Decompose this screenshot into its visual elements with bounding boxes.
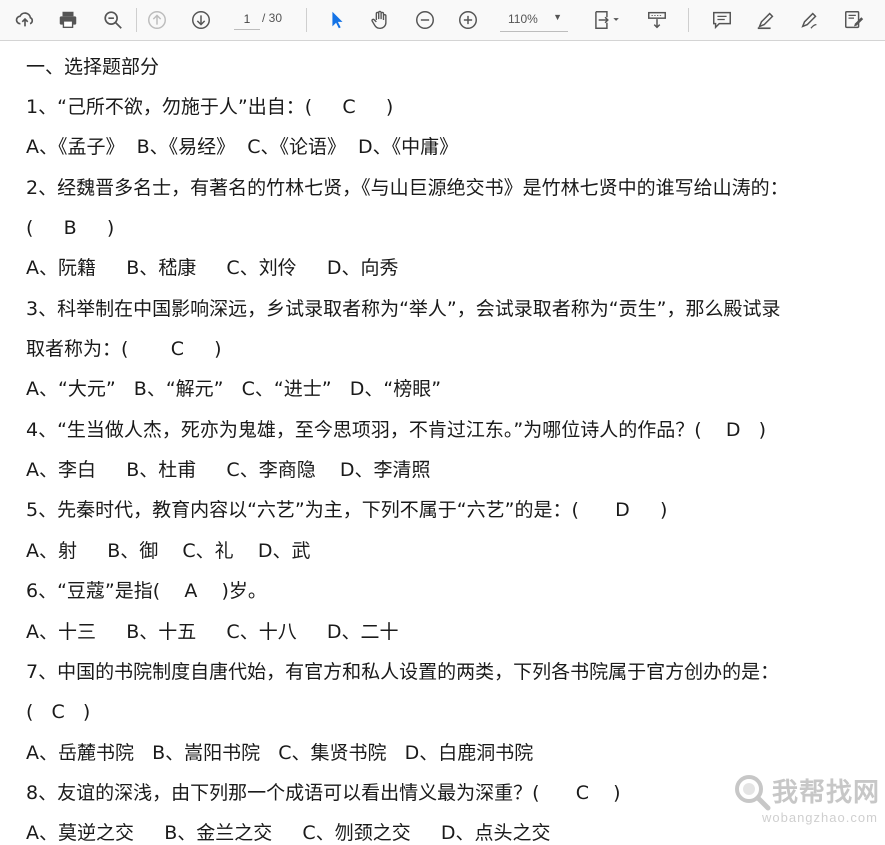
page-total: / 30 <box>262 11 283 25</box>
question-1-options: A、《孟子》 B、《易经》 C、《论语》 D、《中庸》 <box>26 136 459 158</box>
question-3-continued: 取者称为：( C ) <box>26 338 222 360</box>
watermark-text: 我帮找网 <box>772 778 881 808</box>
toolbar-divider <box>306 8 307 32</box>
question-3-options: A、“大元” B、“解元” C、“进士” D、“榜眼” <box>26 378 442 400</box>
question-2: 2、经魏晋多名士，有著名的竹林七贤，《与山巨源绝交书》是竹林七贤中的谁写给山涛的… <box>26 177 789 199</box>
question-6: 6、“豆蔻”是指( A )岁。 <box>26 580 267 602</box>
previous-page-icon[interactable] <box>143 6 171 34</box>
page-number-input[interactable] <box>234 9 260 30</box>
fit-page-icon[interactable] <box>588 6 624 34</box>
upload-icon[interactable] <box>11 6 39 34</box>
question-5: 5、先秦时代，教育内容以“六艺”为主，下列不属于“六艺”的是：( D ) <box>26 499 668 521</box>
magnifier-logo-icon <box>735 775 771 811</box>
zoom-out-search-icon[interactable] <box>99 6 127 34</box>
hand-tool-icon[interactable] <box>366 6 394 34</box>
comment-icon[interactable] <box>708 6 736 34</box>
question-7: 7、中国的书院制度自唐代始，有官方和私人设置的两类，下列各书院属于官方创办的是： <box>26 661 780 683</box>
watermark-url: wobangzhao.com <box>762 810 878 825</box>
question-8: 8、友谊的深浅，由下列那一个成语可以看出情义最为深重？( C ) <box>26 782 621 804</box>
question-4: 4、“生当做人杰，死亦为鬼雄，至今思项羽，不肯过江东。”为哪位诗人的作品？( D… <box>26 419 767 441</box>
sign-icon[interactable] <box>796 6 824 34</box>
toolbar-divider <box>688 8 689 32</box>
chevron-down-icon: ▼ <box>553 12 562 22</box>
question-2-answer: ( B ) <box>26 217 115 239</box>
document-page: 一、选择题部分 1、“己所不欲，勿施于人”出自：( C ) A、《孟子》 B、《… <box>0 40 885 844</box>
question-3: 3、科举制在中国影响深远，乡试录取者称为“举人”，会试录取者称为“贡生”，那么殿… <box>26 298 781 320</box>
zoom-out-icon[interactable] <box>411 6 439 34</box>
highlight-icon[interactable] <box>752 6 780 34</box>
pdf-toolbar: / 30 110% ▼ <box>0 0 885 41</box>
zoom-in-icon[interactable] <box>454 6 482 34</box>
fill-sign-icon[interactable] <box>840 6 868 34</box>
question-6-options: A、十三 B、十五 C、十八 D、二十 <box>26 621 399 643</box>
watermark: 我帮找网 wobangzhao.com <box>732 768 882 832</box>
question-4-options: A、李白 B、杜甫 C、李商隐 D、李清照 <box>26 459 431 481</box>
section-heading: 一、选择题部分 <box>26 56 160 78</box>
toolbar-divider <box>136 8 137 32</box>
print-icon[interactable] <box>54 6 82 34</box>
question-5-options: A、射 B、御 C、礼 D、武 <box>26 540 311 562</box>
question-2-options: A、阮籍 B、嵇康 C、刘伶 D、向秀 <box>26 257 399 279</box>
next-page-icon[interactable] <box>187 6 215 34</box>
question-8-options: A、莫逆之交 B、金兰之交 C、刎颈之交 D、点头之交 <box>26 822 551 844</box>
question-7-options: A、岳麓书院 B、嵩阳书院 C、集贤书院 D、白鹿洞书院 <box>26 742 534 764</box>
zoom-dropdown[interactable]: 110% ▼ <box>500 7 568 32</box>
zoom-value: 110% <box>508 12 538 26</box>
question-1: 1、“己所不欲，勿施于人”出自：( C ) <box>26 96 394 118</box>
select-tool-icon[interactable] <box>323 6 351 34</box>
scroll-mode-icon[interactable] <box>643 6 671 34</box>
question-7-answer: ( C ) <box>26 701 91 723</box>
